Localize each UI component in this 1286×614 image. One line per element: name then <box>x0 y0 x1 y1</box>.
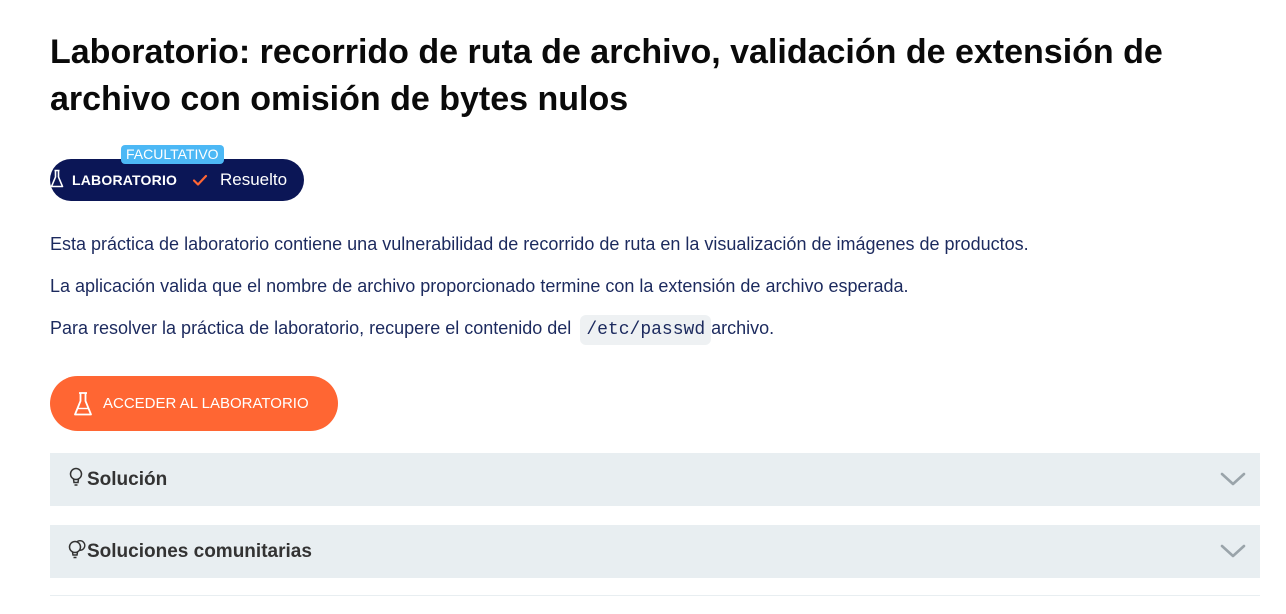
solution-accordion[interactable]: Solución <box>50 453 1260 506</box>
checkmark-icon <box>192 174 208 186</box>
chevron-down-icon[interactable] <box>1220 470 1246 488</box>
lab-status-badge: FACULTATIVO LABORATORIO Resuelto <box>50 145 304 201</box>
accordion-title-community: Soluciones comunitarias <box>87 541 312 562</box>
lightbulbs-icon <box>68 539 86 559</box>
access-lab-label: ACCEDER AL LABORATORIO <box>103 395 309 412</box>
flask-icon <box>50 169 64 188</box>
page-title: Laboratorio: recorrido de ruta de archiv… <box>50 33 1163 118</box>
accordion-title-solution: Solución <box>87 469 168 490</box>
lab-type-label: LABORATORIO <box>72 172 178 188</box>
divider <box>50 595 1260 596</box>
description-paragraph-2: La aplicación valida que el nombre de ar… <box>50 276 909 296</box>
description-paragraph-1: Esta práctica de laboratorio contiene un… <box>50 234 1029 254</box>
chevron-down-icon[interactable] <box>1220 542 1246 560</box>
lab-page: Laboratorio: recorrido de ruta de archiv… <box>0 0 1286 614</box>
community-solutions-accordion[interactable]: Soluciones comunitarias <box>50 525 1260 578</box>
file-path-code: /etc/passwd <box>580 315 712 345</box>
flask-icon <box>74 392 92 416</box>
description-text: Para resolver la práctica de laboratorio… <box>50 318 572 338</box>
description-paragraph-3: Para resolver la práctica de laboratorio… <box>50 315 774 345</box>
lightbulb-icon <box>69 467 83 486</box>
description-text-end: archivo. <box>711 318 775 338</box>
access-lab-button[interactable]: ACCEDER AL LABORATORIO <box>50 376 338 431</box>
solved-status: Resuelto <box>220 170 288 189</box>
